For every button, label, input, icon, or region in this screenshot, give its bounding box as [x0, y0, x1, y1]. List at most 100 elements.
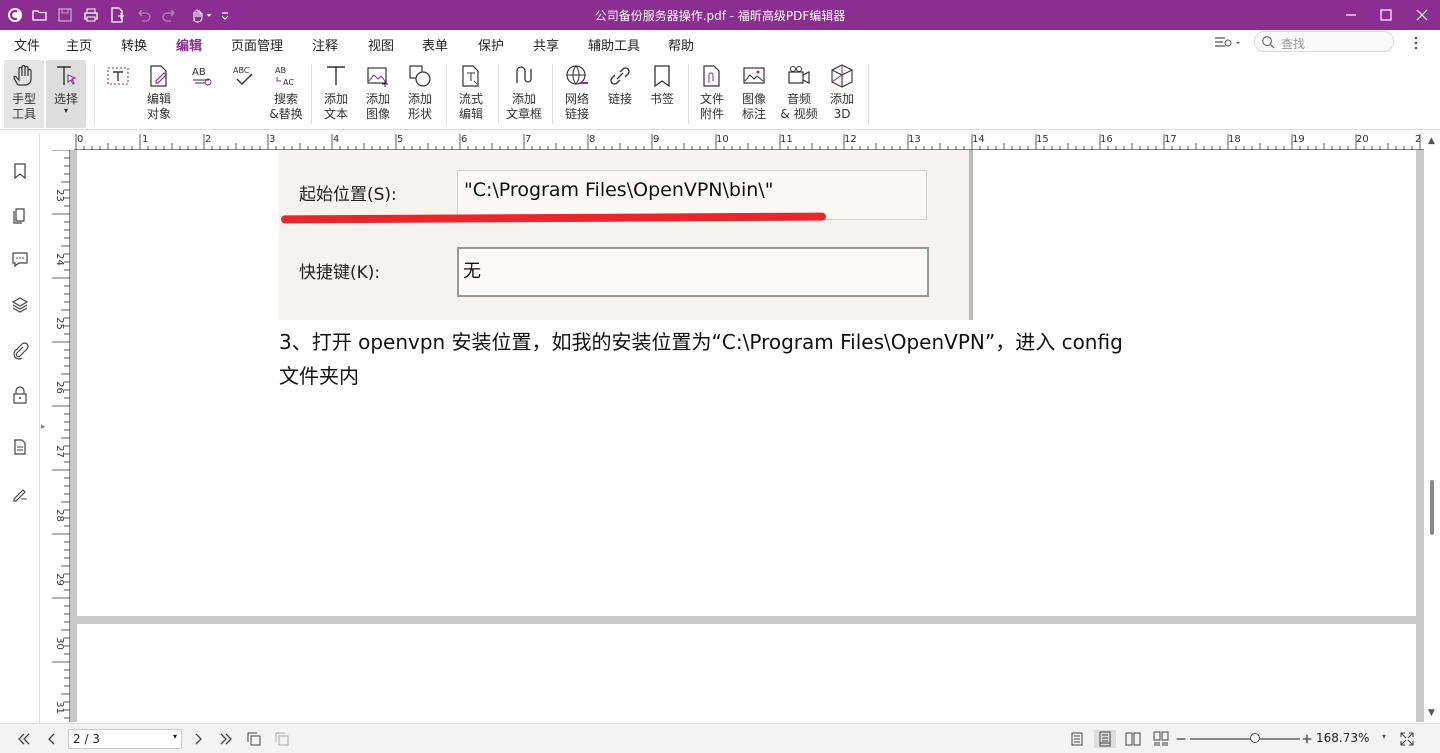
pdf-page[interactable]: [77, 624, 1416, 722]
first-page-icon[interactable]: [14, 730, 34, 748]
edit-text-button[interactable]: [98, 60, 138, 128]
next-view-icon[interactable]: [272, 730, 292, 748]
ruler-label: 15: [1036, 134, 1049, 145]
close-button[interactable]: [1399, 0, 1440, 30]
fullscreen-icon[interactable]: [1398, 730, 1416, 748]
document-view[interactable]: 起始位置(S): "C:\Program Files\OpenVPN\bin\"…: [70, 150, 1424, 722]
ruler-label: 20: [1356, 134, 1369, 145]
file-attachment-button[interactable]: 文件 附件: [692, 60, 732, 128]
page-number-input[interactable]: 2 / 3 ▾: [68, 729, 182, 749]
zoom-slider-knob[interactable]: [1250, 733, 1260, 743]
flow-edit-button[interactable]: 流式 编辑: [451, 60, 491, 128]
ruler-label: 26: [53, 381, 65, 394]
add-shape-button[interactable]: 添加 形状: [400, 60, 440, 128]
ribbon-separator: [498, 64, 499, 124]
add-text-button[interactable]: 添加 文本: [316, 60, 356, 128]
single-page-view-icon[interactable]: [1066, 730, 1088, 748]
ruler-label: 17: [1164, 134, 1177, 145]
ruler-label: 27: [53, 445, 65, 458]
menu-convert[interactable]: 转换: [121, 35, 147, 54]
next-page-icon[interactable]: [188, 730, 208, 748]
file-attachment-icon: [692, 60, 732, 92]
more-options-icon[interactable]: [1407, 34, 1425, 52]
menu-home[interactable]: 主页: [66, 35, 92, 54]
previous-view-icon[interactable]: [244, 730, 264, 748]
add-article-button[interactable]: 添加 文章框: [504, 60, 544, 128]
audio-video-button[interactable]: 音频 & 视频: [778, 60, 820, 128]
menu-help[interactable]: 帮助: [668, 35, 694, 54]
panel-expand-arrow-icon[interactable]: ▸: [41, 422, 46, 432]
menu-file[interactable]: 文件: [14, 35, 40, 54]
menu-view[interactable]: 视图: [368, 35, 394, 54]
add-image-label: 添加 图像: [365, 92, 390, 121]
select-tool-button[interactable]: 选择 ▾: [46, 60, 86, 128]
link-button[interactable]: 链接: [600, 60, 640, 128]
menu-comment[interactable]: 注释: [312, 35, 338, 54]
bookmarks-panel-icon[interactable]: [10, 160, 30, 182]
shortcut-key-value: 无: [463, 261, 481, 282]
svg-text:AC: AC: [283, 78, 294, 87]
search-input[interactable]: 查找: [1254, 31, 1394, 52]
edit-object-label: 编辑 对象: [146, 92, 171, 121]
ruler-label: 18: [1228, 134, 1241, 145]
zoom-out-icon[interactable]: [1174, 730, 1188, 748]
menu-share[interactable]: 共享: [533, 35, 559, 54]
vertical-scrollbar[interactable]: ▲ ▼: [1424, 134, 1440, 723]
zoom-level[interactable]: 168.73%: [1316, 731, 1369, 745]
scrollbar-thumb[interactable]: [1430, 480, 1434, 535]
ribbon-separator: [446, 64, 447, 124]
select-tool-label: 选择: [53, 92, 78, 106]
signature-panel-icon[interactable]: [10, 482, 30, 504]
comments-panel-icon[interactable]: [10, 248, 30, 270]
continuous-view-icon[interactable]: [1094, 730, 1116, 748]
add-image-button[interactable]: 添加 图像: [358, 60, 398, 128]
zoom-dropdown-icon[interactable]: ▾: [1382, 732, 1386, 741]
ribbon-separator: [94, 64, 95, 124]
add-text-label: 添加 文本: [323, 92, 348, 121]
search-replace-button[interactable]: AB AC 搜索 &替换: [266, 60, 306, 128]
ribbon-separator: [311, 64, 312, 124]
start-location-label: 起始位置(S):: [299, 185, 397, 205]
ribbon-separator: [868, 64, 869, 124]
add-3d-button[interactable]: 添加 3D: [822, 60, 862, 128]
zoom-slider-track[interactable]: [1190, 738, 1300, 740]
scroll-up-arrow-icon[interactable]: ▲: [1428, 136, 1435, 146]
status-bar: 2 / 3 ▾ 168.73% ▾: [0, 723, 1440, 753]
web-link-button[interactable]: 网络 链接: [557, 60, 597, 128]
edit-object-button[interactable]: 编辑 对象: [138, 60, 180, 128]
pdf-page[interactable]: 起始位置(S): "C:\Program Files\OpenVPN\bin\"…: [77, 150, 1416, 616]
previous-page-icon[interactable]: [42, 730, 62, 748]
pages-panel-icon[interactable]: [10, 204, 30, 226]
security-panel-icon[interactable]: [10, 384, 30, 406]
select-text-icon: [46, 60, 86, 92]
bookmark-button[interactable]: 书签: [642, 60, 682, 128]
image-annotation-button[interactable]: 图像 标注: [734, 60, 774, 128]
continuous-facing-view-icon[interactable]: [1150, 730, 1172, 748]
ruler-label: 2: [1415, 134, 1422, 145]
last-page-icon[interactable]: [216, 730, 236, 748]
menu-edit[interactable]: 编辑: [173, 35, 205, 59]
document-properties-icon[interactable]: [10, 436, 30, 458]
shortcut-key-field: 无: [457, 247, 929, 297]
facing-view-icon[interactable]: [1122, 730, 1144, 748]
layers-panel-icon[interactable]: [10, 294, 30, 316]
reading-mode-icon[interactable]: [1213, 34, 1243, 52]
menu-form[interactable]: 表单: [422, 35, 448, 54]
ocr-text-button[interactable]: AB: [182, 60, 222, 128]
edit-object-icon: [138, 60, 180, 92]
attachments-panel-icon[interactable]: [10, 340, 30, 362]
spell-check-button[interactable]: ABC: [224, 60, 264, 128]
select-dropdown-icon[interactable]: ▾: [46, 107, 86, 115]
scroll-down-arrow-icon[interactable]: ▼: [1428, 708, 1435, 718]
page-dropdown-icon[interactable]: ▾: [173, 732, 177, 741]
menu-protect[interactable]: 保护: [478, 35, 504, 54]
add-text-icon: [316, 60, 356, 92]
menu-page-management[interactable]: 页面管理: [231, 35, 283, 54]
title-bar: 公司备份服务器操作.pdf - 福昕高级PDF编辑器: [0, 0, 1440, 30]
menu-accessibility[interactable]: 辅助工具: [588, 35, 640, 54]
hand-tool-button[interactable]: 手型 工具: [4, 60, 44, 128]
zoom-in-icon[interactable]: [1300, 730, 1314, 748]
ruler-label: 16: [1100, 134, 1113, 145]
add-3d-label: 添加 3D: [829, 92, 854, 121]
ruler-label: 0: [77, 134, 84, 145]
